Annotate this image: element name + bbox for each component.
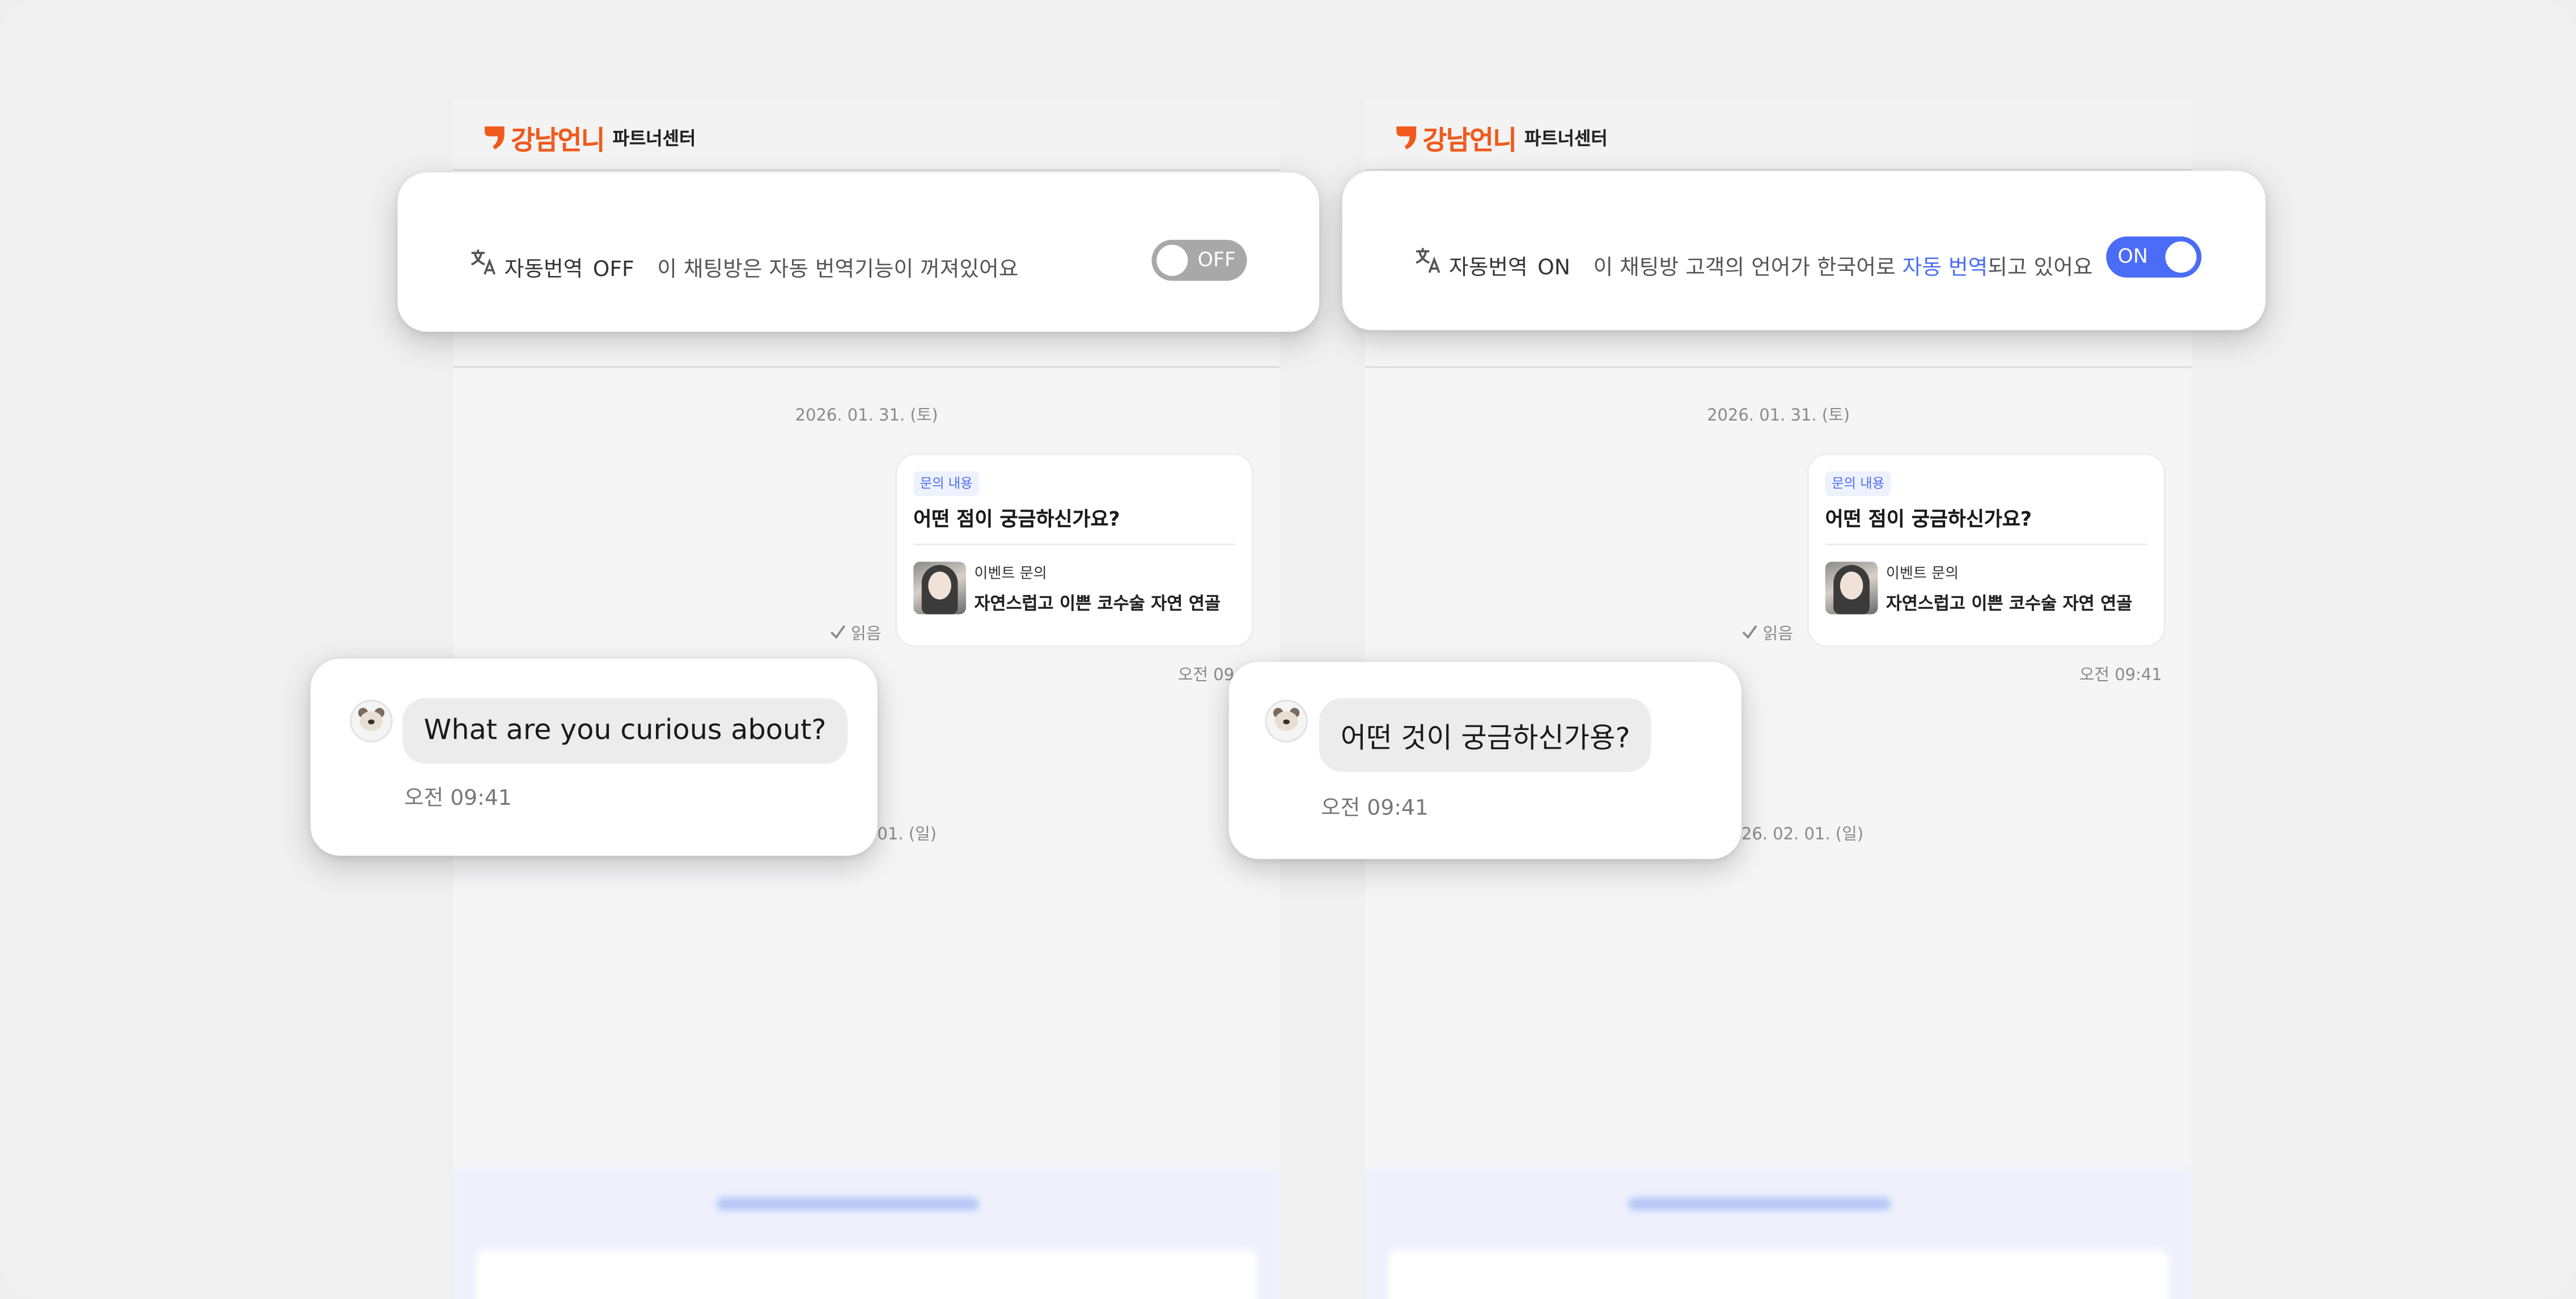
brand-logo[interactable]: 강남언니 파트너센터 bbox=[483, 118, 696, 158]
read-label: 읽음 bbox=[1762, 626, 1793, 644]
brand-logo[interactable]: 강남언니 파트너센터 bbox=[1395, 118, 1608, 158]
inquiry-title: 어떤 점이 궁금하신가요? bbox=[913, 507, 1120, 531]
toggle-text: ON bbox=[2117, 244, 2148, 268]
event-label: 이벤트 문의 bbox=[1886, 566, 1959, 583]
avatar bbox=[350, 699, 393, 742]
check-icon bbox=[1742, 625, 1757, 639]
message-composer[interactable] bbox=[453, 1168, 1280, 1299]
check-icon bbox=[831, 625, 846, 639]
auto-translate-state: OFF bbox=[592, 257, 634, 283]
date-separator-partial: 01. (일) bbox=[877, 826, 937, 844]
app-header: 강남언니 파트너센터 bbox=[1365, 100, 2192, 171]
event-thumbnail bbox=[913, 562, 967, 614]
read-label: 읽음 bbox=[851, 626, 882, 644]
auto-translate-toggle[interactable]: OFF bbox=[1151, 240, 1247, 281]
brand-name: 강남언니 bbox=[1422, 125, 1517, 156]
inquiry-card[interactable]: 문의 내용 어떤 점이 궁금하신가요? 이벤트 문의 자연스럽고 이쁜 코수술 … bbox=[1807, 453, 2166, 647]
auto-translate-state: ON bbox=[1537, 256, 1570, 281]
event-name: 자연스럽고 이쁜 코수술 자연 연골 bbox=[974, 595, 1221, 614]
comparison-canvas: 강남언니 파트너센터 2026. 01. 31. (토) 문의 내용 어떤 점이… bbox=[0, 0, 2576, 1299]
brand-logo-icon bbox=[1396, 126, 1417, 150]
date-separator-partial: 26. 02. 01. (일) bbox=[1741, 826, 1864, 844]
read-receipt: 읽음 bbox=[829, 619, 882, 644]
auto-translate-text: 자동번역 OFF 이 채팅방은 자동 번역기능이 꺼져있어요 bbox=[505, 251, 1019, 282]
message-composer[interactable] bbox=[1365, 1168, 2192, 1299]
inquiry-tag: 문의 내용 bbox=[1825, 471, 1891, 496]
event-thumbnail bbox=[1825, 562, 1878, 614]
auto-translate-label: 자동번역 bbox=[1449, 256, 1528, 281]
avatar bbox=[1265, 699, 1308, 742]
date-separator: 2026. 01. 31. (토) bbox=[1707, 407, 1850, 426]
toggle-knob bbox=[2165, 241, 2197, 273]
translated-message-card-ko: 어떤 것이 궁금하신가용? 오전 09:41 bbox=[1228, 661, 1742, 859]
date-separator: 2026. 01. 31. (토) bbox=[795, 407, 938, 426]
composer-blurred-button bbox=[716, 1197, 980, 1211]
auto-translate-label: 자동번역 bbox=[504, 257, 583, 283]
event-name: 자연스럽고 이쁜 코수술 자연 연골 bbox=[1886, 595, 2133, 614]
auto-translate-description: 이 채팅방은 자동 번역기능이 꺼져있어요 bbox=[657, 257, 1019, 283]
toggle-text: OFF bbox=[1197, 248, 1236, 271]
event-label: 이벤트 문의 bbox=[974, 566, 1047, 583]
brand-name: 강남언니 bbox=[511, 125, 605, 156]
toggle-knob bbox=[1156, 244, 1188, 276]
translate-icon bbox=[471, 249, 496, 275]
read-receipt: 읽음 bbox=[1742, 619, 1793, 644]
auto-translate-description: 이 채팅방 고객의 언어가 한국어로 자동 번역되고 있어요 bbox=[1594, 256, 2093, 281]
translate-icon bbox=[1416, 248, 1440, 273]
description-highlight: 자동 번역 bbox=[1902, 256, 1988, 281]
message-bubble[interactable]: 어떤 것이 궁금하신가용? bbox=[1319, 698, 1652, 772]
auto-translate-toggle[interactable]: ON bbox=[2106, 236, 2202, 278]
auto-translate-bar-off: 자동번역 OFF 이 채팅방은 자동 번역기능이 꺼져있어요 OFF bbox=[397, 172, 1320, 332]
description-part: 이 채팅방 고객의 언어가 한국어로 bbox=[1593, 256, 1903, 281]
brand-logo-icon bbox=[484, 126, 505, 150]
inquiry-tag: 문의 내용 bbox=[913, 471, 980, 496]
composer-input[interactable] bbox=[1388, 1250, 2169, 1299]
divider bbox=[1825, 544, 2147, 546]
auto-translate-text: 자동번역 ON 이 채팅방 고객의 언어가 한국어로 자동 번역되고 있어요 bbox=[1449, 249, 2093, 281]
divider bbox=[913, 544, 1236, 546]
message-time: 오전 09:41 bbox=[404, 787, 512, 812]
composer-blurred-button bbox=[1628, 1197, 1891, 1211]
inquiry-card[interactable]: 문의 내용 어떤 점이 궁금하신가요? 이벤트 문의 자연스럽고 이쁜 코수술 … bbox=[895, 453, 1254, 647]
message-bubble[interactable]: What are you curious about? bbox=[402, 698, 848, 764]
message-time: 오전 09:41 bbox=[2079, 667, 2162, 685]
composer-input[interactable] bbox=[476, 1250, 1257, 1299]
translated-message-card-en: What are you curious about? 오전 09:41 bbox=[310, 659, 878, 856]
app-header: 강남언니 파트너센터 bbox=[453, 100, 1280, 171]
brand-subtitle: 파트너센터 bbox=[612, 128, 696, 150]
brand-subtitle: 파트너센터 bbox=[1524, 128, 1608, 150]
description-part: 되고 있어요 bbox=[1988, 256, 2093, 281]
message-time: 오전 09:41 bbox=[1320, 796, 1429, 821]
auto-translate-bar-on: 자동번역 ON 이 채팅방 고객의 언어가 한국어로 자동 번역되고 있어요 ON bbox=[1342, 171, 2266, 330]
inquiry-title: 어떤 점이 궁금하신가요? bbox=[1825, 507, 2032, 531]
